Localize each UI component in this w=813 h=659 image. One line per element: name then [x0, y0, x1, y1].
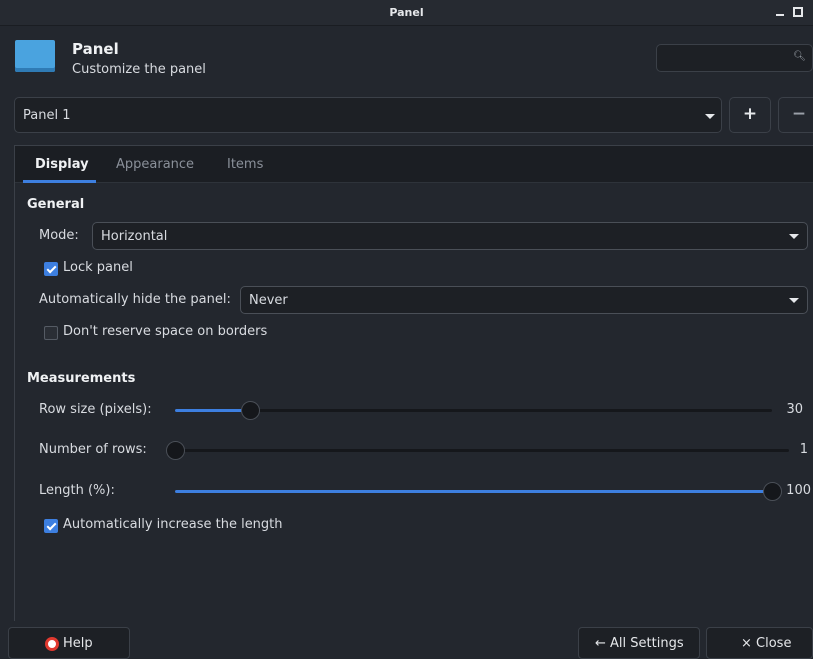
help-icon [45, 637, 59, 651]
mode-select[interactable]: Horizontal [92, 222, 808, 250]
page-subtitle: Customize the panel [72, 62, 206, 77]
page-title: Panel [72, 40, 119, 58]
title-bar: Panel [0, 0, 813, 26]
measurements-heading: Measurements [27, 371, 136, 386]
row-size-slider-handle[interactable] [241, 401, 260, 420]
close-button[interactable]: × Close [706, 627, 813, 659]
active-tab-indicator [23, 180, 96, 183]
reserve-space-checkbox[interactable] [44, 326, 58, 340]
chevron-down-icon [705, 114, 715, 119]
add-panel-button[interactable]: + [729, 97, 771, 133]
panel-app-icon [15, 40, 55, 72]
help-button-label: Help [63, 636, 93, 651]
settings-notebook: Display Appearance Items General Mode: H… [14, 145, 813, 631]
tab-items[interactable]: Items [227, 157, 263, 172]
autohide-select-value: Never [249, 293, 288, 308]
lock-panel-label: Lock panel [63, 260, 133, 275]
reserve-space-label: Don't reserve space on borders [63, 324, 268, 339]
window-title: Panel [389, 6, 424, 19]
remove-panel-button[interactable]: − [778, 97, 813, 133]
maximize-button[interactable] [793, 7, 803, 17]
rows-label: Number of rows: [39, 442, 147, 457]
mode-select-value: Horizontal [101, 229, 168, 244]
length-slider[interactable] [175, 482, 782, 501]
rows-slider-handle[interactable] [166, 441, 185, 460]
general-heading: General [27, 197, 85, 212]
tab-appearance[interactable]: Appearance [116, 157, 194, 172]
length-label: Length (%): [39, 483, 115, 498]
length-value: 100 [786, 483, 811, 498]
autohide-label: Automatically hide the panel: [39, 292, 231, 307]
row-size-slider[interactable] [175, 401, 772, 420]
tab-display[interactable]: Display [35, 157, 89, 172]
auto-increase-label: Automatically increase the length [63, 517, 283, 532]
search-input[interactable]: 🔍︎ [656, 44, 813, 72]
chevron-down-icon [789, 298, 799, 303]
panel-selector-value: Panel 1 [23, 108, 71, 123]
all-settings-label: ← All Settings [595, 636, 684, 651]
help-button[interactable]: Help [8, 627, 130, 659]
lock-panel-checkbox[interactable] [44, 262, 58, 276]
row-size-label: Row size (pixels): [39, 402, 152, 417]
autohide-select[interactable]: Never [240, 286, 808, 314]
row-size-value: 30 [786, 402, 803, 417]
rows-slider[interactable] [166, 441, 789, 460]
minimize-button[interactable] [775, 7, 785, 17]
rows-value: 1 [799, 442, 808, 457]
close-button-label: × Close [741, 636, 792, 651]
mode-label: Mode: [39, 228, 79, 243]
chevron-down-icon [789, 234, 799, 239]
auto-increase-checkbox[interactable] [44, 519, 58, 533]
search-icon: 🔍︎ [793, 51, 806, 62]
all-settings-button[interactable]: ← All Settings [578, 627, 700, 659]
panel-selector[interactable]: Panel 1 [14, 97, 722, 133]
tab-bar: Display Appearance Items [15, 146, 813, 183]
